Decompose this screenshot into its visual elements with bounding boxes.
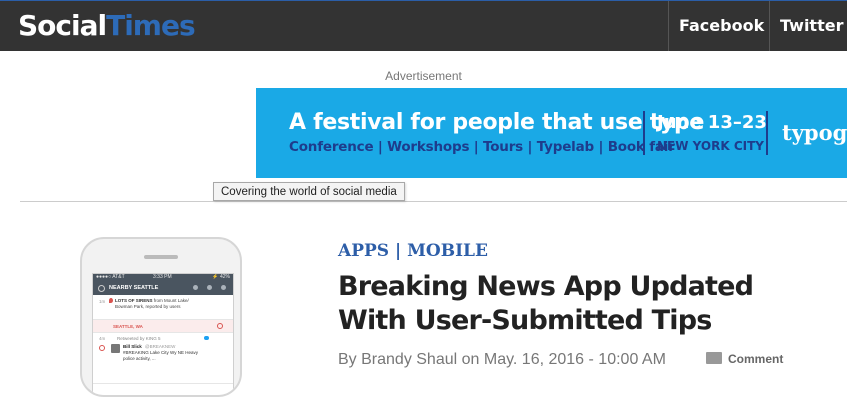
feed-section-header: SEATTLE, WA <box>93 320 233 333</box>
app-header-title: NEARBY SEATTLE <box>109 285 159 291</box>
status-battery: ⚡ 42% <box>212 274 230 280</box>
comment-link[interactable]: Comment <box>706 352 783 366</box>
site-logo[interactable]: SocialTimes <box>18 9 196 42</box>
alert-icon <box>217 323 223 329</box>
logo-text-times: Times <box>106 9 196 42</box>
retweet-label: Retweeted by KING 5 <box>117 336 161 341</box>
top-nav-bar: SocialTimes Facebook Twitter <box>0 0 847 51</box>
status-carrier: ●●●●○ AT&T <box>96 274 125 280</box>
ad-city: NEW YORK CITY <box>657 139 764 153</box>
feed-item: 1m LOTS OF SIRENS from Mount Lake/ Bowma… <box>93 295 233 320</box>
logo-text-social: Social <box>18 9 107 42</box>
category-separator: | <box>394 241 402 261</box>
article-categories: APPS | MOBILE <box>338 241 488 261</box>
status-time: 3:33 PM <box>153 274 172 280</box>
advertisement-label: Advertisement <box>385 69 462 83</box>
refresh-icon <box>221 285 226 290</box>
twitter-bird-icon <box>204 336 209 340</box>
phone-screen: ●●●●○ AT&T 3:33 PM ⚡ 42% NEARBY SEATTLE … <box>92 273 234 395</box>
app-header: NEARBY SEATTLE <box>93 281 233 295</box>
alert-icon <box>99 345 105 351</box>
ad-headline: A festival for people that use type <box>289 110 705 135</box>
feed-item-time: 1m <box>99 299 106 304</box>
category-link-mobile[interactable]: MOBILE <box>407 241 488 261</box>
ad-subline: Conference | Workshops | Tours | Typelab… <box>289 139 675 155</box>
map-pin-icon <box>109 298 113 303</box>
phone-speaker <box>144 255 178 259</box>
globe-icon <box>207 285 212 290</box>
nav-link-twitter[interactable]: Twitter <box>769 1 847 51</box>
tooltip: Covering the world of social media <box>213 182 405 201</box>
settings-icon <box>98 285 105 292</box>
tweet-body: #BREAKING Lake City Wy NE Heavy police a… <box>123 350 198 361</box>
tweet-author-handle: @BREAKNEW <box>145 344 176 349</box>
comment-label: Comment <box>728 352 784 366</box>
ad-divider <box>643 111 645 155</box>
feed-item-text: LOTS OF SIRENS from Mount Lake/ Bowman P… <box>115 298 205 309</box>
feed-section-label: SEATTLE, WA <box>113 324 143 329</box>
ad-brand-logo: typog <box>782 120 847 145</box>
article-byline: By Brandy Shaul on May. 16, 2016 - 10:00… <box>338 351 666 368</box>
tweet-author-name: Bill Slick <box>123 344 142 349</box>
article-thumbnail[interactable]: ●●●●○ AT&T 3:33 PM ⚡ 42% NEARBY SEATTLE … <box>80 237 242 397</box>
category-link-apps[interactable]: APPS <box>338 241 389 261</box>
avatar <box>111 344 120 353</box>
phone-status-bar: ●●●●○ AT&T 3:33 PM ⚡ 42% <box>93 274 233 281</box>
nav-link-facebook[interactable]: Facebook <box>668 1 769 51</box>
ad-dates: June 13–23 <box>657 112 767 133</box>
location-icon <box>193 285 198 290</box>
feed-item-time: 4m <box>99 336 106 341</box>
ad-banner[interactable]: A festival for people that use type Conf… <box>256 88 847 178</box>
article-title[interactable]: Breaking News App Updated With User-Subm… <box>338 270 818 338</box>
feed-item: 4m Retweeted by KING 5 Bill Slick @BREAK… <box>93 333 233 384</box>
section-divider <box>20 201 847 202</box>
feed-item-title: LOTS OF SIRENS <box>115 298 153 303</box>
comment-icon <box>706 352 722 364</box>
ad-divider <box>766 111 768 155</box>
